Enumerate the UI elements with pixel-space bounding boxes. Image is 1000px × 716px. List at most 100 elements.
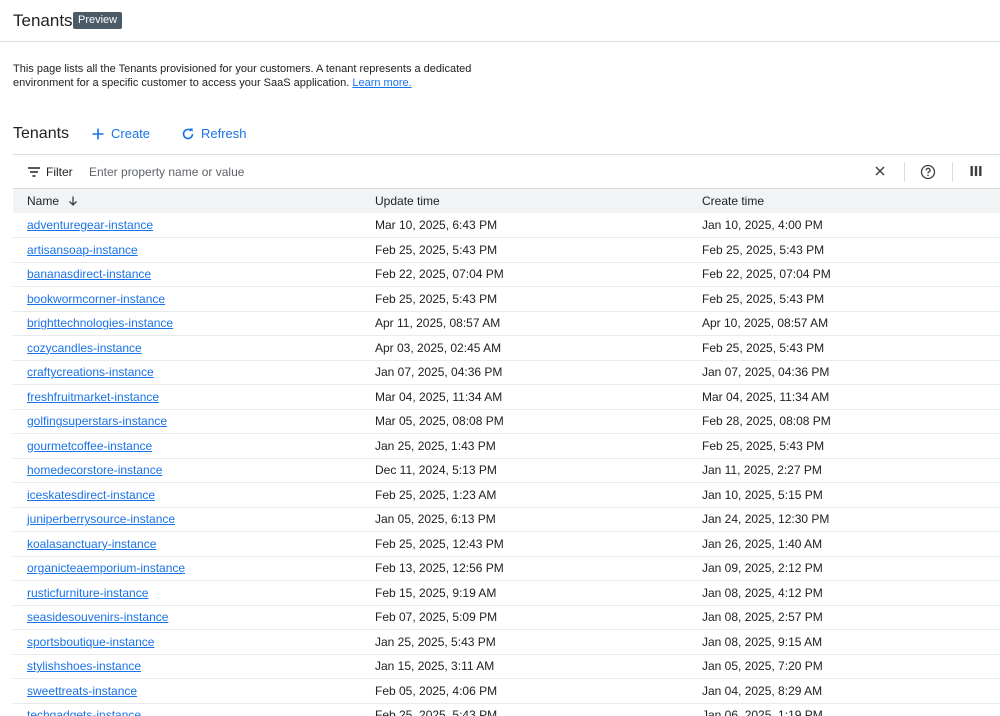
page-title: Tenants: [13, 11, 73, 30]
table-row: sportsboutique-instance Jan 25, 2025, 5:4…: [13, 629, 1000, 655]
name-cell: techgadgets-instance: [13, 703, 375, 716]
table-row: sweettreats-instance Feb 05, 2025, 4:06 P…: [13, 678, 1000, 704]
tenant-link[interactable]: juniperberrysource-instance: [27, 512, 175, 526]
tenants-table: Name Update time Create time adventurege…: [13, 189, 1000, 716]
name-cell: homedecorstore-instance: [13, 458, 375, 483]
table-row: freshfruitmarket-instance Mar 04, 2025, 1…: [13, 384, 1000, 410]
column-header-label: Name: [27, 194, 60, 208]
name-cell: stylishshoes-instance: [13, 654, 375, 679]
create-time-cell: Feb 28, 2025, 08:08 PM: [702, 409, 1000, 434]
tenant-link[interactable]: organicteaemporium-instance: [27, 561, 185, 575]
tenant-link[interactable]: sportsboutique-instance: [27, 635, 154, 649]
filter-input[interactable]: [89, 162, 789, 182]
create-time-cell: Feb 25, 2025, 5:43 PM: [702, 433, 1000, 459]
table-row: iceskatesdirect-instance Feb 25, 2025, 1:…: [13, 482, 1000, 508]
tenant-link[interactable]: koalasanctuary-instance: [27, 537, 156, 551]
tenant-link[interactable]: golfingsuperstars-instance: [27, 414, 167, 428]
table-row: brighttechnologies-instance Apr 11, 2025,…: [13, 311, 1000, 336]
tenants-section-title: Tenants: [13, 125, 70, 142]
table-row: stylishshoes-instance Jan 15, 2025, 3:11 …: [13, 654, 1000, 679]
name-cell: craftycreations-instance: [13, 360, 375, 385]
tenant-link[interactable]: cozycandles-instance: [27, 341, 142, 355]
column-header-name[interactable]: Name: [13, 189, 375, 213]
update-time-cell: Feb 05, 2025, 4:06 PM: [375, 678, 702, 704]
update-time-cell: Mar 10, 2025, 6:43 PM: [375, 213, 702, 238]
update-time-cell: Feb 25, 2025, 12:43 PM: [375, 531, 702, 557]
create-time-cell: Jan 08, 2025, 9:15 AM: [702, 629, 1000, 655]
tenant-link[interactable]: freshfruitmarket-instance: [27, 390, 159, 404]
table-row: rusticfurniture-instance Feb 15, 2025, 9:…: [13, 580, 1000, 606]
create-time-cell: Jan 26, 2025, 1:40 AM: [702, 531, 1000, 557]
close-icon[interactable]: [873, 164, 887, 183]
update-time-cell: Feb 25, 2025, 5:43 PM: [375, 286, 702, 312]
tenant-link[interactable]: seasidesouvenirs-instance: [27, 610, 168, 624]
create-time-cell: Jan 11, 2025, 2:27 PM: [702, 458, 1000, 483]
update-time-cell: Feb 07, 2025, 5:09 PM: [375, 605, 702, 630]
tenant-link[interactable]: brighttechnologies-instance: [27, 316, 173, 330]
update-time-cell: Mar 04, 2025, 11:34 AM: [375, 384, 702, 410]
table-row: juniperberrysource-instance Jan 05, 2025,…: [13, 507, 1000, 532]
name-cell: freshfruitmarket-instance: [13, 384, 375, 410]
tenant-link[interactable]: homedecorstore-instance: [27, 463, 162, 477]
learn-more-link[interactable]: Learn more.: [352, 77, 411, 89]
filter-bar: Filter: [13, 154, 1000, 189]
table-row: techgadgets-instance Feb 25, 2025, 5:43 P…: [13, 703, 1000, 716]
create-time-cell: Jan 06, 2025, 1:19 PM: [702, 703, 1000, 716]
update-time-cell: Jan 05, 2025, 6:13 PM: [375, 507, 702, 532]
filter-button[interactable]: Filter: [27, 165, 73, 179]
tenant-link[interactable]: bananasdirect-instance: [27, 267, 151, 281]
name-cell: koalasanctuary-instance: [13, 531, 375, 557]
update-time-cell: Jan 25, 2025, 5:43 PM: [375, 629, 702, 655]
create-time-cell: Feb 25, 2025, 5:43 PM: [702, 335, 1000, 361]
column-header-create-time[interactable]: Create time: [702, 189, 1000, 213]
create-time-cell: Feb 22, 2025, 07:04 PM: [702, 262, 1000, 287]
create-button[interactable]: Create: [91, 126, 150, 141]
tenant-link[interactable]: rusticfurniture-instance: [27, 586, 148, 600]
update-time-cell: Feb 25, 2025, 5:43 PM: [375, 703, 702, 716]
table-row: bookwormcorner-instance Feb 25, 2025, 5:4…: [13, 286, 1000, 312]
tenant-link[interactable]: stylishshoes-instance: [27, 659, 141, 673]
column-header-update-time[interactable]: Update time: [375, 189, 702, 213]
create-time-cell: Jan 04, 2025, 8:29 AM: [702, 678, 1000, 704]
page-header: Tenants Preview: [0, 0, 1000, 42]
table-row: artisansoap-instance Feb 25, 2025, 5:43 P…: [13, 237, 1000, 263]
help-icon[interactable]: [920, 164, 936, 185]
table-row: bananasdirect-instance Feb 22, 2025, 07:0…: [13, 262, 1000, 287]
tenant-link[interactable]: craftycreations-instance: [27, 365, 154, 379]
create-time-cell: Jan 24, 2025, 12:30 PM: [702, 507, 1000, 532]
name-cell: juniperberrysource-instance: [13, 507, 375, 532]
tenant-link[interactable]: gourmetcoffee-instance: [27, 439, 152, 453]
update-time-cell: Jan 15, 2025, 3:11 AM: [375, 654, 702, 679]
create-time-cell: Jan 09, 2025, 2:12 PM: [702, 556, 1000, 581]
create-time-cell: Mar 04, 2025, 11:34 AM: [702, 384, 1000, 410]
column-display-icon[interactable]: [969, 164, 983, 183]
preview-badge: Preview: [73, 12, 123, 29]
tenant-link[interactable]: adventuregear-instance: [27, 218, 153, 232]
update-time-cell: Mar 05, 2025, 08:08 PM: [375, 409, 702, 434]
tenant-link[interactable]: techgadgets-instance: [27, 708, 141, 716]
tenant-link[interactable]: artisansoap-instance: [27, 243, 138, 257]
name-cell: iceskatesdirect-instance: [13, 482, 375, 508]
tenant-link[interactable]: iceskatesdirect-instance: [27, 488, 155, 502]
create-time-cell: Feb 25, 2025, 5:43 PM: [702, 286, 1000, 312]
name-cell: sweettreats-instance: [13, 678, 375, 704]
table-row: cozycandles-instance Apr 03, 2025, 02:45 …: [13, 335, 1000, 361]
create-time-cell: Feb 25, 2025, 5:43 PM: [702, 237, 1000, 263]
update-time-cell: Apr 11, 2025, 08:57 AM: [375, 311, 702, 336]
table-row: golfingsuperstars-instance Mar 05, 2025, …: [13, 409, 1000, 434]
divider: [904, 162, 905, 182]
update-time-cell: Feb 22, 2025, 07:04 PM: [375, 262, 702, 287]
refresh-button[interactable]: Refresh: [181, 126, 247, 141]
table-row: gourmetcoffee-instance Jan 25, 2025, 1:43…: [13, 433, 1000, 459]
table-row: seasidesouvenirs-instance Feb 07, 2025, 5…: [13, 605, 1000, 630]
table-row: homedecorstore-instance Dec 11, 2024, 5:1…: [13, 458, 1000, 483]
name-cell: seasidesouvenirs-instance: [13, 605, 375, 630]
update-time-cell: Feb 25, 2025, 1:23 AM: [375, 482, 702, 508]
tenant-link[interactable]: bookwormcorner-instance: [27, 292, 165, 306]
tenant-link[interactable]: sweettreats-instance: [27, 684, 137, 698]
page-description: This page lists all the Tenants provisio…: [13, 62, 473, 90]
name-cell: gourmetcoffee-instance: [13, 433, 375, 459]
create-time-cell: Jan 05, 2025, 7:20 PM: [702, 654, 1000, 679]
create-time-cell: Jan 07, 2025, 04:36 PM: [702, 360, 1000, 385]
refresh-icon: [182, 128, 194, 139]
